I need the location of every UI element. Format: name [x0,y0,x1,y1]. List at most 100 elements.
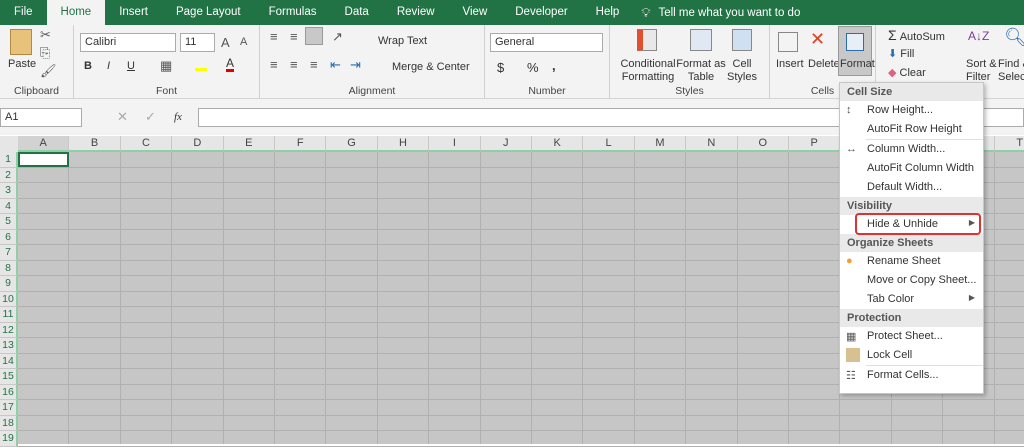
font-color-icon[interactable]: A [226,57,235,72]
clear-button[interactable]: ◆ Clear [888,66,926,79]
row-header[interactable]: 18 [0,415,18,431]
menu-autofit-column-width[interactable]: AutoFit Column Width [840,159,983,178]
menu-column-width[interactable]: ↔ Column Width... [840,140,983,159]
tab-insert[interactable]: Insert [105,0,162,25]
row-header[interactable]: 16 [0,384,18,400]
autosum-button[interactable]: Σ AutoSum [888,27,945,43]
format-as-table-button[interactable]: Format as Table [676,58,726,84]
row-header[interactable]: 4 [0,198,18,214]
enter-icon[interactable]: ✓ [145,109,156,125]
column-header[interactable]: C [120,136,173,152]
paste-button[interactable]: Paste [8,58,36,70]
column-header[interactable]: H [377,136,430,152]
row-header[interactable]: 10 [0,291,18,307]
column-header[interactable]: K [532,136,584,152]
menu-autofit-row-height[interactable]: AutoFit Row Height [840,120,983,139]
row-header[interactable]: 13 [0,338,18,354]
tab-review[interactable]: Review [383,0,449,25]
tab-file[interactable]: File [0,0,47,25]
tab-developer[interactable]: Developer [501,0,581,25]
column-header[interactable]: T [994,136,1024,152]
conditional-formatting-button[interactable]: Conditional Formatting [618,58,678,84]
decrease-font-icon[interactable]: A [240,36,247,48]
row-header[interactable]: 14 [0,353,18,369]
tab-data[interactable]: Data [331,0,383,25]
format-painter-icon[interactable]: 🖌︎ [40,63,57,79]
format-button[interactable]: Format [838,26,875,76]
column-header[interactable]: B [69,136,121,152]
menu-format-cells[interactable]: ☷ Format Cells... [840,366,983,385]
column-header[interactable]: E [223,136,275,152]
row-header[interactable]: 17 [0,400,18,416]
align-right-icon[interactable]: ≡ [310,57,318,72]
row-header[interactable]: 5 [0,214,18,230]
active-cell-a1[interactable] [18,152,69,167]
row-header[interactable]: 1 [0,152,18,168]
column-header[interactable]: D [172,136,224,152]
menu-rename-sheet[interactable]: ● Rename Sheet [840,252,983,271]
delete-button[interactable]: Delete [808,58,840,70]
middle-align-icon[interactable]: ≡ [290,29,298,44]
increase-indent-icon[interactable]: ⇥ [350,57,361,73]
fill-color-icon[interactable] [195,59,207,71]
menu-default-width[interactable]: Default Width... [840,178,983,197]
name-box[interactable]: A1 [0,108,82,127]
bold-button[interactable]: B [84,60,92,72]
menu-hide-unhide[interactable]: Hide & Unhide ▶ [840,213,983,235]
column-header[interactable]: M [634,136,687,152]
tell-me-search[interactable]: Tell me what you want to do [658,7,800,19]
tab-page-layout[interactable]: Page Layout [162,0,255,25]
column-header[interactable]: F [275,136,327,152]
percent-button[interactable]: % [527,60,539,75]
column-header[interactable]: L [583,136,635,152]
merge-center-button[interactable]: Merge & Center [392,61,470,73]
copy-icon[interactable]: ⎘ [40,45,50,61]
row-header[interactable]: 19 [0,431,18,447]
row-header[interactable]: 15 [0,369,18,385]
font-size-select[interactable]: 11 [180,33,215,52]
menu-protect-sheet[interactable]: ▦ Protect Sheet... [840,327,983,346]
currency-button[interactable]: $ [497,60,504,75]
column-header[interactable]: P [789,136,841,152]
insert-function-button[interactable]: fx [174,111,182,123]
number-format-select[interactable]: General [490,33,603,52]
column-header[interactable]: J [480,136,532,152]
menu-row-height[interactable]: ↕ Row Height... [840,101,983,120]
column-header[interactable]: A [18,136,70,152]
menu-move-copy-sheet[interactable]: Move or Copy Sheet... [840,271,983,290]
underline-button[interactable]: U [127,60,135,72]
row-header[interactable]: 2 [0,167,18,183]
row-header[interactable]: 9 [0,276,18,292]
font-name-select[interactable]: Calibri [80,33,176,52]
cut-icon[interactable]: ✂ [40,27,51,43]
italic-button[interactable]: I [107,60,110,72]
tab-home[interactable]: Home [46,0,106,25]
menu-tab-color[interactable]: Tab Color ▶ [840,290,983,309]
sort-filter-button[interactable]: Sort & Filter [966,58,997,84]
fill-button[interactable]: ⬇ Fill [888,47,914,60]
row-header[interactable]: 7 [0,245,18,261]
cancel-icon[interactable]: ✕ [117,109,128,125]
row-header[interactable]: 6 [0,229,18,245]
select-all-corner[interactable] [0,136,18,152]
row-header[interactable]: 12 [0,322,18,338]
menu-lock-cell[interactable]: Lock Cell [840,346,983,365]
borders-icon[interactable]: ▦ [160,58,172,74]
tab-formulas[interactable]: Formulas [255,0,331,25]
align-left-icon[interactable]: ≡ [270,57,278,72]
tab-view[interactable]: View [449,0,502,25]
column-header[interactable]: G [326,136,378,152]
comma-button[interactable]: , [552,58,556,73]
row-header[interactable]: 8 [0,260,18,276]
top-align-icon[interactable]: ≡ [270,29,278,44]
insert-button[interactable]: Insert [776,58,804,70]
increase-font-icon[interactable]: A [221,35,230,50]
decrease-indent-icon[interactable]: ⇤ [330,57,341,73]
cell-styles-button[interactable]: Cell Styles [724,58,760,84]
align-center-icon[interactable]: ≡ [290,57,298,72]
column-header[interactable]: I [429,136,481,152]
find-select-button[interactable]: Find &Select [998,58,1024,84]
row-header[interactable]: 3 [0,183,18,199]
column-header[interactable]: N [686,136,738,152]
bottom-align-icon[interactable] [305,27,323,45]
